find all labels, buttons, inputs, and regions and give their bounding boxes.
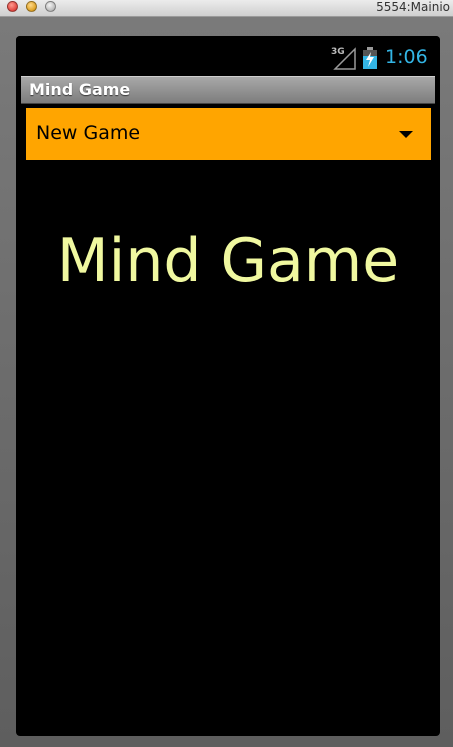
close-window-button[interactable] — [7, 1, 18, 12]
minimize-window-button[interactable] — [26, 1, 37, 12]
chevron-down-icon — [399, 131, 413, 138]
network-label: 3G — [331, 47, 345, 57]
signal-3g-icon: 3G — [331, 47, 356, 70]
zoom-window-button[interactable] — [45, 1, 56, 12]
game-mode-spinner[interactable]: New Game — [26, 108, 431, 160]
status-clock: 1:06 — [385, 46, 428, 68]
status-bar: 3G 1:06 — [16, 36, 440, 74]
app-title-bar: Mind Game — [21, 76, 435, 104]
window-title: 5554:Mainio — [376, 0, 450, 14]
app-title: Mind Game — [29, 80, 131, 99]
spinner-selected-value: New Game — [36, 122, 141, 144]
window-title-bar: 5554:Mainio — [0, 0, 453, 17]
game-headline: Mind Game — [56, 226, 400, 296]
battery-charging-icon — [363, 47, 377, 69]
device-screen: 3G 1:06 Mind Game New Game Mind Game — [16, 36, 440, 736]
